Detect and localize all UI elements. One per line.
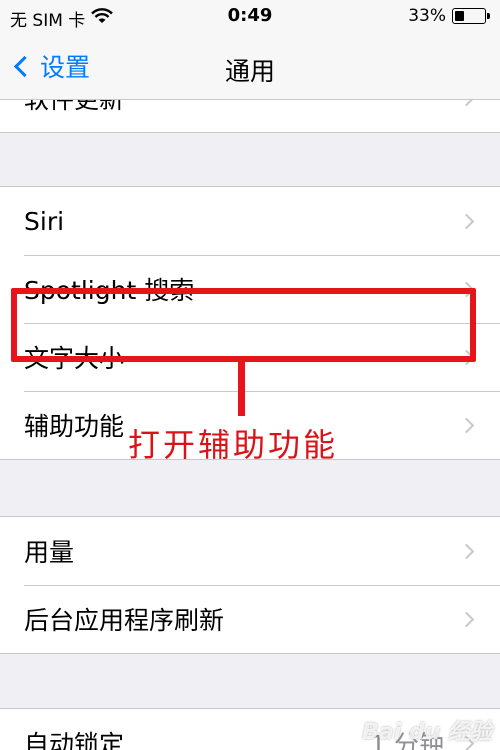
list-item-software-update[interactable]: 软件更新 xyxy=(0,100,500,132)
chevron-right-icon xyxy=(458,281,475,297)
row-label: 自动锁定 xyxy=(24,730,125,750)
battery-icon xyxy=(452,8,490,24)
chevron-right-icon xyxy=(458,349,475,365)
chevron-right-icon xyxy=(458,611,475,627)
chevron-right-icon xyxy=(458,100,475,106)
chevron-right-icon xyxy=(458,213,475,229)
settings-group-update: 软件更新 xyxy=(0,100,500,133)
list-item-usage[interactable]: 用量 xyxy=(0,517,500,585)
row-label: 后台应用程序刷新 xyxy=(24,606,225,635)
row-label: 文字大小 xyxy=(24,344,125,373)
status-bar: 无 SIM 卡 0:49 33% xyxy=(0,0,500,34)
highlight-pointer-line xyxy=(238,360,245,416)
annotation-text: 打开辅助功能 xyxy=(128,426,339,464)
list-item-spotlight[interactable]: Spotlight 搜索 xyxy=(0,255,500,323)
row-label: 辅助功能 xyxy=(24,412,125,441)
row-label: Spotlight 搜索 xyxy=(24,276,195,305)
chevron-right-icon xyxy=(458,417,475,433)
watermark: Bai du 经验 xyxy=(362,720,492,745)
page-title: 通用 xyxy=(224,57,275,86)
row-label: 用量 xyxy=(24,538,75,567)
nav-bar: 设置 通用 xyxy=(0,34,500,100)
settings-group-main: Siri Spotlight 搜索 文字大小 辅助功能 xyxy=(0,186,500,460)
settings-group-usage: 用量 后台应用程序刷新 xyxy=(0,516,500,654)
status-right: 33% xyxy=(408,6,490,26)
row-label: 软件更新 xyxy=(24,100,124,116)
battery-fill xyxy=(455,11,464,21)
chevron-right-icon xyxy=(458,543,475,559)
list-item-background-refresh[interactable]: 后台应用程序刷新 xyxy=(0,585,500,653)
list-item-text-size[interactable]: 文字大小 xyxy=(0,323,500,391)
row-label: Siri xyxy=(24,206,65,236)
battery-percent: 33% xyxy=(408,6,446,26)
list-item-siri[interactable]: Siri xyxy=(0,187,500,255)
